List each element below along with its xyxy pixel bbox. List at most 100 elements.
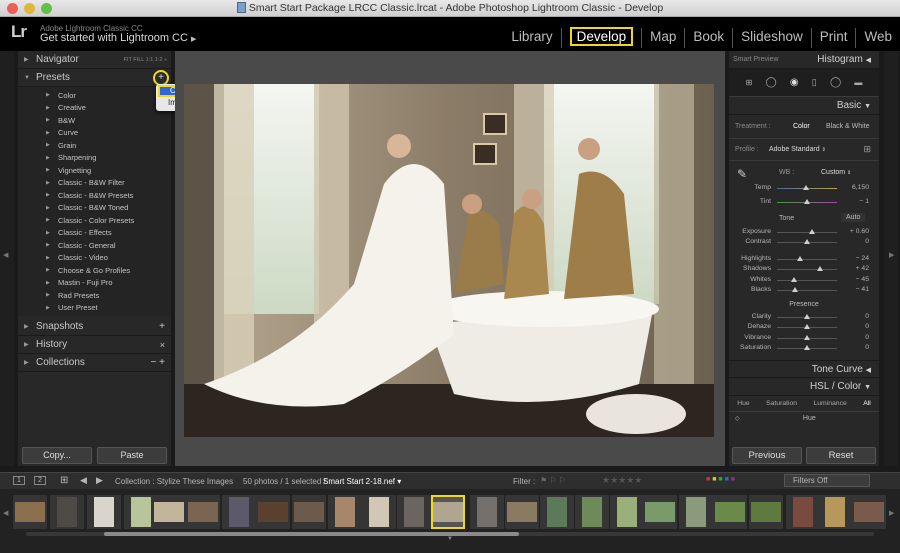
red-eye-tool-icon[interactable]: ◉	[790, 77, 799, 88]
filter-preset-select[interactable]: Filters Off	[784, 474, 870, 487]
snapshots-header[interactable]: ▶ Snapshots +	[18, 318, 171, 336]
filmstrip-thumbnail[interactable]	[749, 495, 783, 529]
collections-header[interactable]: ▶ Collections − +	[18, 354, 171, 372]
preset-folder[interactable]: ▶ Sharpening	[18, 152, 171, 165]
wb-select[interactable]: Custom ⇕	[821, 169, 851, 176]
copy-settings-button[interactable]: Copy...	[22, 447, 92, 464]
highlights-slider[interactable]: Highlights − 24	[729, 254, 879, 265]
preset-folder[interactable]: ▶ Color	[18, 89, 171, 102]
collection-source[interactable]: Collection : Stylize These Images	[115, 477, 233, 486]
blacks-knob[interactable]	[792, 287, 798, 292]
tint-slider[interactable]: Tint − 1	[729, 197, 879, 208]
module-web[interactable]: Web	[855, 28, 900, 48]
clear-history-x-icon[interactable]: ×	[160, 340, 165, 350]
highlights-knob[interactable]	[797, 255, 803, 261]
clarity-slider[interactable]: Clarity 0	[729, 312, 879, 323]
preset-folder[interactable]: ▶ Classic - Color Presets	[18, 214, 171, 227]
hsl-tab-luminance[interactable]: Luminance	[814, 396, 847, 411]
saturation-slider[interactable]: Saturation 0	[729, 343, 879, 354]
clarity-knob[interactable]	[804, 313, 810, 319]
star-rating-filter[interactable]: ★★★★★	[602, 475, 642, 486]
filmstrip-thumbnail[interactable]	[186, 495, 220, 529]
profile-select[interactable]: Adobe Standard ⇕	[769, 146, 826, 153]
profile-browser-grid-icon[interactable]: ⊞	[863, 144, 871, 155]
preset-folder[interactable]: ▶ Classic - General	[18, 239, 171, 252]
hsl-tab-all[interactable]: All	[863, 396, 871, 411]
exposure-knob[interactable]	[809, 228, 815, 234]
filmstrip-thumbnail[interactable]	[679, 495, 713, 529]
filmstrip-thumbnail[interactable]	[87, 495, 121, 529]
preset-folder[interactable]: ▶ Choose & Go Profiles	[18, 264, 171, 277]
preset-folder[interactable]: ▶ B&W	[18, 114, 171, 127]
saturation-knob[interactable]	[804, 345, 810, 350]
filmstrip-thumbnail[interactable]	[818, 495, 852, 529]
secondary-window-button[interactable]: 2	[34, 476, 46, 485]
filmstrip-thumbnail[interactable]	[610, 495, 644, 529]
tone-curve-header[interactable]: Tone Curve ◀	[729, 359, 879, 378]
exposure-value[interactable]: + 0.60	[850, 228, 869, 235]
preset-folder[interactable]: ▶ Rad Presets	[18, 289, 171, 302]
preset-folder[interactable]: ▶ Vignetting	[18, 164, 171, 177]
crop-tool-icon[interactable]: ⊞	[746, 78, 753, 87]
main-window-button[interactable]: 1	[13, 476, 25, 485]
module-map[interactable]: Map	[641, 28, 684, 48]
temp-knob[interactable]	[803, 185, 809, 190]
triangle-down-icon[interactable]: ▼	[447, 536, 453, 542]
preset-folder[interactable]: ▶ Mastin - Fuji Pro	[18, 277, 171, 290]
filmstrip-thumbnail[interactable]	[50, 495, 84, 529]
right-panel-toggle[interactable]: ▶	[884, 51, 898, 466]
saturation-value[interactable]: 0	[865, 344, 869, 351]
preset-folder[interactable]: ▶ Curve	[18, 127, 171, 140]
blacks-value[interactable]: − 41	[856, 286, 869, 293]
filmstrip-thumbnail[interactable]	[362, 495, 396, 529]
hsl-header[interactable]: HSL / Color ▼	[729, 378, 879, 396]
radial-filter-icon[interactable]: ◯	[830, 77, 841, 88]
auto-tone-button[interactable]: Auto	[841, 212, 866, 222]
module-library[interactable]: Library	[503, 28, 560, 48]
dehaze-value[interactable]: 0	[865, 323, 869, 330]
filename-select[interactable]: Smart Start 2-18.nef ▾	[323, 477, 401, 486]
module-develop[interactable]: Develop	[560, 27, 642, 48]
contrast-value[interactable]: 0	[865, 238, 869, 245]
back-arrow-icon[interactable]: ◀	[80, 475, 87, 486]
whites-knob[interactable]	[791, 276, 797, 282]
module-print[interactable]: Print	[810, 28, 856, 48]
grid-view-icon[interactable]: ⊞	[60, 475, 68, 486]
shadows-slider[interactable]: Shadows + 42	[729, 264, 879, 275]
filmstrip-thumbnail[interactable]	[786, 495, 820, 529]
whites-slider[interactable]: Whites − 45	[729, 275, 879, 286]
vibrance-knob[interactable]	[804, 334, 810, 340]
dehaze-knob[interactable]	[804, 324, 810, 329]
collections-minus-plus-icon[interactable]: − +	[151, 357, 165, 368]
preset-folder[interactable]: ▶ Creative	[18, 102, 171, 115]
presets-header[interactable]: ▼ Presets	[18, 69, 171, 87]
scroll-left-icon[interactable]: ◀	[3, 509, 8, 517]
adjustment-brush-icon[interactable]: ▬	[854, 78, 862, 87]
module-book[interactable]: Book	[684, 28, 732, 48]
history-header[interactable]: ▶ History ×	[18, 336, 171, 354]
dehaze-slider[interactable]: Dehaze 0	[729, 322, 879, 333]
filmstrip-thumbnail[interactable]	[13, 495, 47, 529]
filmstrip-thumbnail[interactable]	[256, 495, 290, 529]
hsl-tab-saturation[interactable]: Saturation	[766, 396, 797, 411]
preset-folder[interactable]: ▶ Classic - B&W Presets	[18, 189, 171, 202]
preset-folder[interactable]: ▶ Classic - B&W Filter	[18, 177, 171, 190]
tint-knob[interactable]	[804, 199, 810, 204]
target-adjust-icon[interactable]: ◇	[735, 412, 740, 426]
filmstrip-thumbnail[interactable]	[470, 495, 504, 529]
filmstrip-thumbnail[interactable]	[505, 495, 539, 529]
vibrance-slider[interactable]: Vibrance 0	[729, 333, 879, 344]
forward-arrow-icon[interactable]: ▶	[96, 475, 103, 486]
histogram-header[interactable]: Smart Preview Histogram ◀	[729, 51, 879, 69]
graduated-filter-icon[interactable]: ▯	[812, 77, 817, 88]
contrast-knob[interactable]	[804, 239, 810, 244]
identity-plate-title[interactable]: Get started with Lightroom CC ▶	[40, 32, 196, 44]
scroll-right-icon[interactable]: ▶	[889, 509, 894, 517]
left-panel-toggle[interactable]: ◀	[0, 51, 14, 466]
filmstrip-thumbnail[interactable]	[397, 495, 431, 529]
vibrance-value[interactable]: 0	[865, 334, 869, 341]
preset-folder[interactable]: ▶ Classic - Video	[18, 252, 171, 265]
clarity-value[interactable]: 0	[865, 313, 869, 320]
temp-value[interactable]: 6,150	[852, 184, 869, 191]
treatment-color-option[interactable]: Color	[793, 123, 810, 130]
